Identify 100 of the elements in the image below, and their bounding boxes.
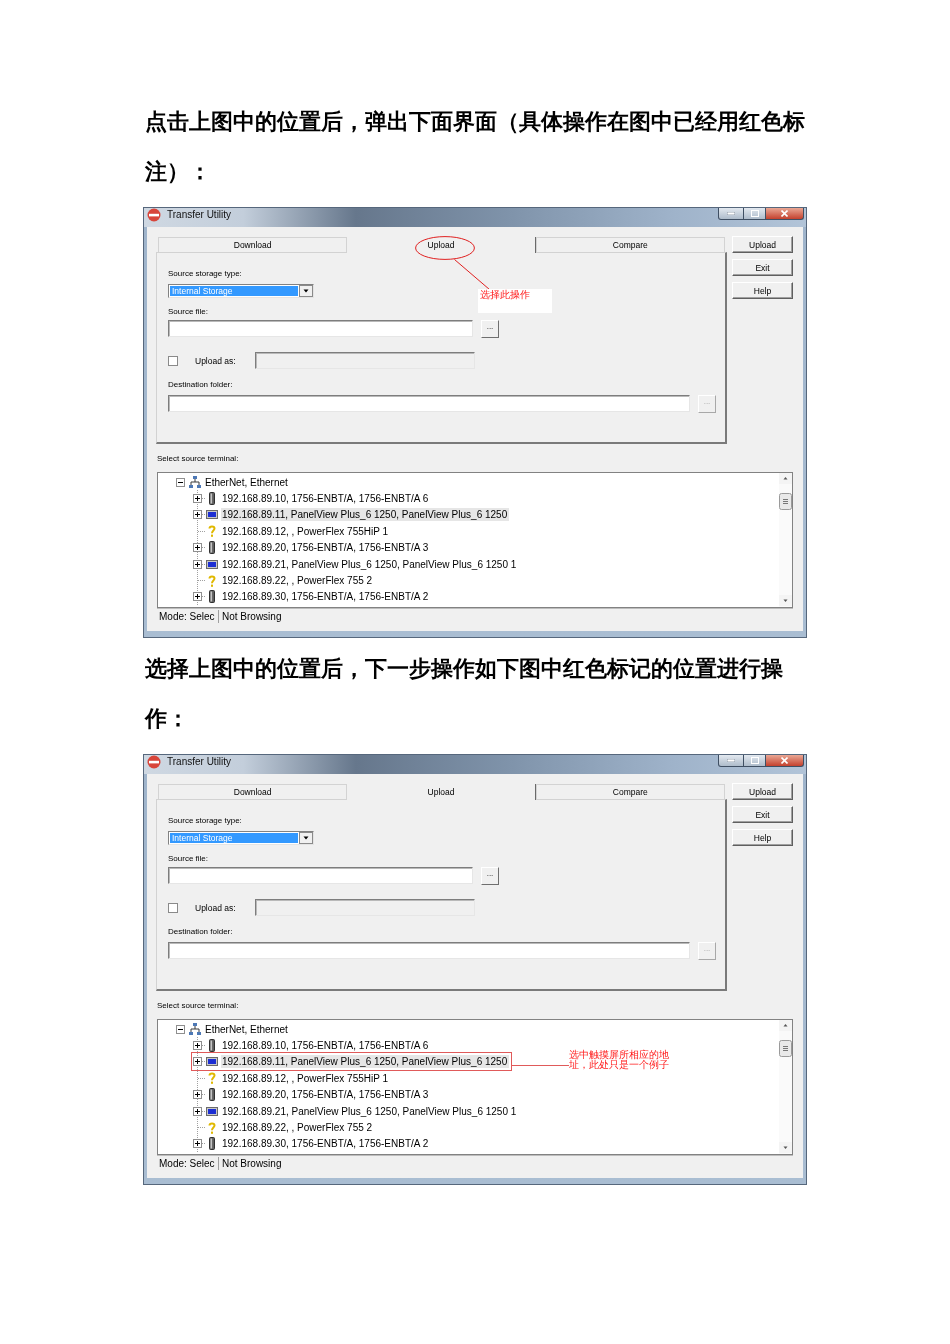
maximize-button[interactable]: [744, 208, 766, 220]
tree-item[interactable]: 192.168.89.12, , PowerFlex 755HiP 1: [221, 1071, 391, 1085]
scroll-down-button[interactable]: [779, 1142, 792, 1153]
scroll-down-button[interactable]: [779, 595, 792, 606]
annotation-ellipse: [415, 236, 475, 260]
paragraph: 选择上图中的位置后，下一步操作如下图中红色标记的位置进行操作：: [143, 654, 784, 733]
screen-icon: [206, 1106, 218, 1116]
tree-item[interactable]: 192.168.89.30, 1756-ENBT/A, 1756-ENBT/A 2: [221, 590, 431, 604]
minimize-button[interactable]: [718, 755, 744, 767]
tree-item[interactable]: 192.168.89.10, 1756-ENBT/A, 1756-ENBT/A 6: [221, 1039, 431, 1053]
minimize-icon: [727, 212, 735, 215]
question-mark-icon: [208, 525, 216, 538]
plus-box-icon[interactable]: [192, 592, 202, 602]
plus-box-icon[interactable]: [192, 1057, 202, 1067]
minimize-icon: [727, 759, 735, 762]
tab[interactable]: Upload: [347, 237, 536, 253]
checkbox-label: Upload as:: [195, 355, 237, 366]
maximize-icon: [750, 210, 759, 217]
source-file-field[interactable]: [168, 320, 473, 337]
tree-item[interactable]: 192.168.89.20, 1756-ENBT/A, 1756-ENBT/A 3: [221, 541, 431, 555]
minus-box-icon[interactable]: [175, 477, 185, 487]
field-label: Destination folder:: [168, 380, 233, 390]
plus-box-icon[interactable]: [192, 510, 202, 520]
network-icon: [189, 1023, 201, 1036]
field-label: Source file:: [168, 854, 209, 864]
source-file-field[interactable]: [168, 867, 473, 884]
tab[interactable]: Download: [158, 237, 348, 252]
screen-icon: [206, 1057, 218, 1067]
field-label: Source storage type:: [168, 269, 242, 279]
plus-box-icon[interactable]: [192, 1041, 202, 1051]
exit-button[interactable]: Exit: [732, 259, 793, 276]
tab[interactable]: Download: [158, 784, 348, 799]
leader-line: [454, 259, 490, 290]
field-label: Source storage type:: [168, 816, 242, 826]
leader-line: [512, 1065, 569, 1066]
module-icon: [209, 1039, 215, 1053]
section-label: Select source terminal:: [157, 454, 239, 464]
maximize-icon: [750, 757, 759, 764]
plus-box-icon[interactable]: [192, 1106, 202, 1116]
status-text: Not Browsing: [221, 610, 282, 623]
scroll-up-button[interactable]: [779, 1020, 792, 1031]
plus-box-icon[interactable]: [192, 559, 202, 569]
tree-item[interactable]: 192.168.89.20, 1756-ENBT/A, 1756-ENBT/A 3: [221, 1088, 431, 1102]
tab[interactable]: Upload: [347, 784, 536, 800]
tree-item[interactable]: EtherNet, Ethernet: [204, 1022, 290, 1036]
window-title: Transfer Utility: [167, 209, 232, 221]
status-text: Mode: Selec: [157, 1157, 219, 1170]
question-mark-icon: [208, 1072, 216, 1085]
tree-item[interactable]: 192.168.89.10, 1756-ENBT/A, 1756-ENBT/A 6: [221, 492, 431, 506]
destination-folder-field[interactable]: [168, 395, 690, 412]
section-label: Select source terminal:: [157, 1001, 239, 1011]
window-title: Transfer Utility: [167, 756, 232, 768]
tree-item[interactable]: EtherNet, Ethernet: [204, 475, 290, 489]
tab[interactable]: Compare: [535, 237, 725, 252]
module-icon: [209, 492, 215, 506]
minimize-button[interactable]: [718, 208, 744, 220]
plus-box-icon[interactable]: [192, 543, 202, 553]
plus-box-icon[interactable]: [192, 494, 202, 504]
tree-item[interactable]: 192.168.89.21, PanelView Plus_6 1250, PanelView Plus_6 1250 1: [221, 557, 519, 571]
caret-icon: [299, 285, 313, 297]
question-mark-icon: [208, 574, 216, 587]
tree-item[interactable]: 192.168.89.11, PanelView Plus_6 1250, PanelView Plus_6 1250: [221, 1055, 510, 1069]
destination-folder-field[interactable]: [168, 942, 690, 959]
plus-box-icon[interactable]: [192, 1139, 202, 1149]
scrollbar-thumb[interactable]: [779, 493, 792, 510]
minus-box-icon[interactable]: [175, 1024, 185, 1034]
close-button[interactable]: [766, 755, 804, 767]
exit-button[interactable]: Exit: [732, 806, 793, 823]
paragraph: 点击上图中的位置后，弹出下面界面（具体操作在图中已经用红色标注）：: [144, 107, 806, 186]
tab[interactable]: Compare: [535, 784, 725, 799]
scrollbar-thumb[interactable]: [779, 1040, 792, 1057]
checkbox-label: Upload as:: [195, 902, 237, 913]
module-icon: [209, 1137, 215, 1151]
tree-item[interactable]: 192.168.89.30, 1756-ENBT/A, 1756-ENBT/A 2: [221, 1137, 431, 1151]
field-label: Source file:: [168, 307, 209, 317]
help-button[interactable]: Help: [732, 829, 793, 846]
question-mark-icon: [208, 1121, 216, 1134]
browse-button[interactable]: ...: [481, 320, 499, 338]
browse-button[interactable]: ...: [481, 867, 499, 885]
annotation-label: 选中触摸屏所相应的地址，此处只是一个例子: [569, 1050, 670, 1070]
close-button[interactable]: [766, 208, 804, 220]
tree-item[interactable]: 192.168.89.12, , PowerFlex 755HiP 1: [221, 524, 391, 538]
app-icon: [147, 755, 161, 769]
close-icon: [781, 210, 788, 217]
upload-button[interactable]: Upload: [732, 236, 793, 253]
plus-box-icon[interactable]: [192, 1090, 202, 1100]
module-icon: [209, 590, 215, 604]
annotation-label: 选择此操作: [478, 289, 552, 313]
caret-icon: [299, 832, 313, 844]
maximize-button[interactable]: [744, 755, 766, 767]
tree-item[interactable]: 192.168.89.22, , PowerFlex 755 2: [221, 1121, 375, 1135]
help-button[interactable]: Help: [732, 282, 793, 299]
module-icon: [209, 541, 215, 555]
network-icon: [189, 476, 201, 489]
module-icon: [209, 1088, 215, 1102]
tree-item[interactable]: 192.168.89.11, PanelView Plus_6 1250, PanelView Plus_6 1250: [221, 508, 510, 522]
tree-item[interactable]: 192.168.89.22, , PowerFlex 755 2: [221, 574, 375, 588]
upload-button[interactable]: Upload: [732, 783, 793, 800]
tree-item[interactable]: 192.168.89.21, PanelView Plus_6 1250, PanelView Plus_6 1250 1: [221, 1104, 519, 1118]
scroll-up-button[interactable]: [779, 473, 792, 484]
